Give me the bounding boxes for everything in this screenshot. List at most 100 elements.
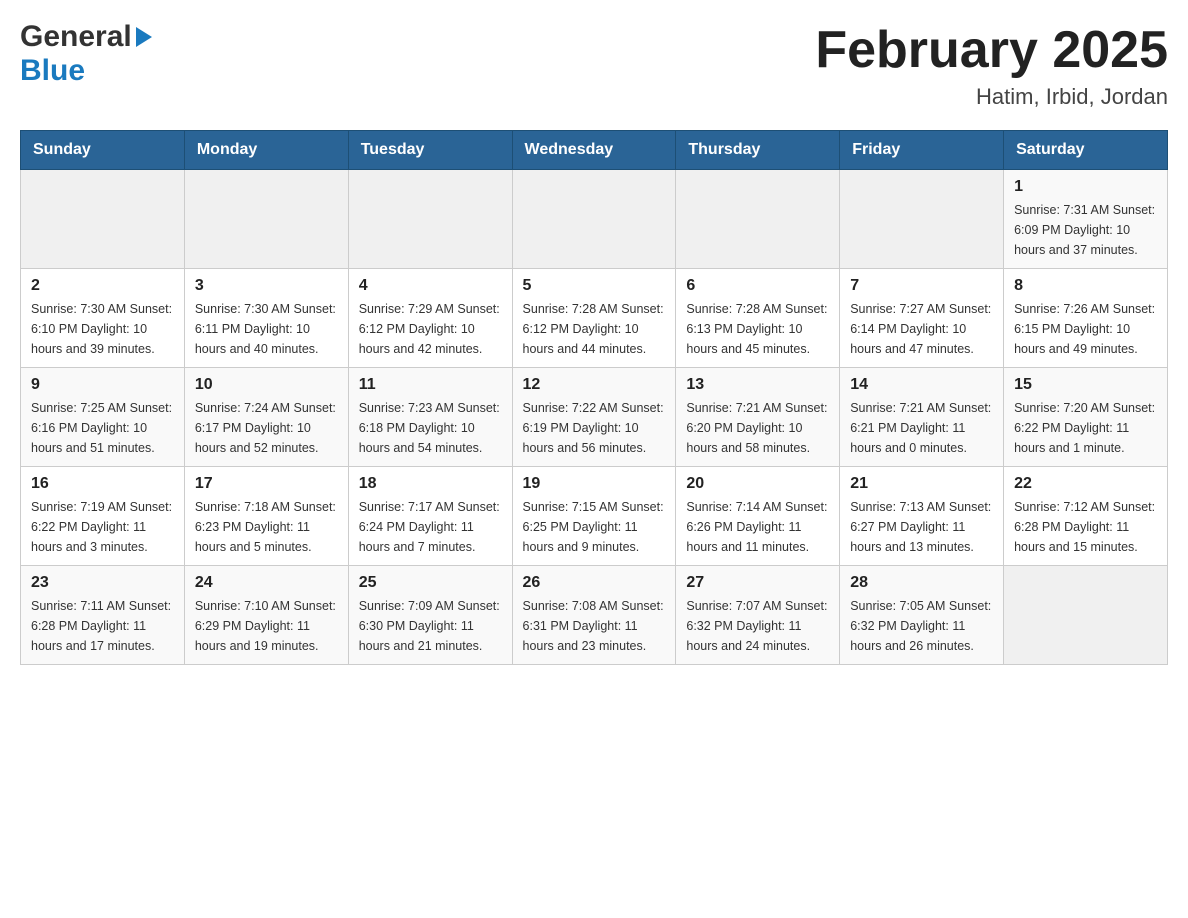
day-number: 18	[359, 475, 502, 493]
day-number: 9	[31, 376, 174, 394]
day-info: Sunrise: 7:29 AM Sunset: 6:12 PM Dayligh…	[359, 299, 502, 359]
day-info: Sunrise: 7:31 AM Sunset: 6:09 PM Dayligh…	[1014, 200, 1157, 260]
calendar-day-cell: 3 Sunrise: 7:30 AM Sunset: 6:11 PM Daylig…	[184, 269, 348, 368]
calendar-day-cell	[21, 170, 185, 269]
calendar-day-cell: 7 Sunrise: 7:27 AM Sunset: 6:14 PM Daylig…	[840, 269, 1004, 368]
title-section: February 2025 Hatim, Irbid, Jordan	[815, 20, 1168, 110]
calendar-day-header: Thursday	[676, 131, 840, 170]
calendar-day-cell: 18 Sunrise: 7:17 AM Sunset: 6:24 PM Dayli…	[348, 467, 512, 566]
day-info: Sunrise: 7:22 AM Sunset: 6:19 PM Dayligh…	[523, 398, 666, 458]
calendar-day-cell: 17 Sunrise: 7:18 AM Sunset: 6:23 PM Dayli…	[184, 467, 348, 566]
calendar-header-row: SundayMondayTuesdayWednesdayThursdayFrid…	[21, 131, 1168, 170]
calendar-day-cell: 5 Sunrise: 7:28 AM Sunset: 6:12 PM Daylig…	[512, 269, 676, 368]
day-number: 27	[686, 574, 829, 592]
calendar-header: SundayMondayTuesdayWednesdayThursdayFrid…	[21, 131, 1168, 170]
calendar-day-cell: 22Sunrise: 7:12 AM Sunset: 6:28 PM Dayli…	[1004, 467, 1168, 566]
day-info: Sunrise: 7:28 AM Sunset: 6:12 PM Dayligh…	[523, 299, 666, 359]
calendar-day-cell: 19 Sunrise: 7:15 AM Sunset: 6:25 PM Dayli…	[512, 467, 676, 566]
calendar-day-cell: 16 Sunrise: 7:19 AM Sunset: 6:22 PM Dayli…	[21, 467, 185, 566]
day-info: Sunrise: 7:25 AM Sunset: 6:16 PM Dayligh…	[31, 398, 174, 458]
day-number: 16	[31, 475, 174, 493]
calendar-day-cell: 24Sunrise: 7:10 AM Sunset: 6:29 PM Dayli…	[184, 566, 348, 665]
logo: General Blue	[20, 20, 152, 88]
calendar-day-cell: 14 Sunrise: 7:21 AM Sunset: 6:21 PM Dayli…	[840, 368, 1004, 467]
calendar-body: 1 Sunrise: 7:31 AM Sunset: 6:09 PM Daylig…	[21, 170, 1168, 665]
calendar-day-cell	[840, 170, 1004, 269]
day-info: Sunrise: 7:08 AM Sunset: 6:31 PM Dayligh…	[523, 596, 666, 656]
day-number: 10	[195, 376, 338, 394]
day-number: 17	[195, 475, 338, 493]
calendar-day-header: Monday	[184, 131, 348, 170]
calendar-day-cell	[512, 170, 676, 269]
day-info: Sunrise: 7:13 AM Sunset: 6:27 PM Dayligh…	[850, 497, 993, 557]
calendar-day-cell: 21Sunrise: 7:13 AM Sunset: 6:27 PM Dayli…	[840, 467, 1004, 566]
day-info: Sunrise: 7:28 AM Sunset: 6:13 PM Dayligh…	[686, 299, 829, 359]
calendar-day-cell: 2Sunrise: 7:30 AM Sunset: 6:10 PM Daylig…	[21, 269, 185, 368]
day-number: 1	[1014, 178, 1157, 196]
day-info: Sunrise: 7:30 AM Sunset: 6:10 PM Dayligh…	[31, 299, 174, 359]
calendar-day-cell: 1 Sunrise: 7:31 AM Sunset: 6:09 PM Daylig…	[1004, 170, 1168, 269]
logo-general-text: General	[20, 20, 132, 54]
calendar-day-header: Tuesday	[348, 131, 512, 170]
day-info: Sunrise: 7:27 AM Sunset: 6:14 PM Dayligh…	[850, 299, 993, 359]
calendar-day-cell: 27Sunrise: 7:07 AM Sunset: 6:32 PM Dayli…	[676, 566, 840, 665]
day-number: 8	[1014, 277, 1157, 295]
day-number: 4	[359, 277, 502, 295]
calendar-day-header: Wednesday	[512, 131, 676, 170]
calendar-day-cell: 26 Sunrise: 7:08 AM Sunset: 6:31 PM Dayli…	[512, 566, 676, 665]
day-number: 12	[523, 376, 666, 394]
day-number: 19	[523, 475, 666, 493]
calendar-day-header: Friday	[840, 131, 1004, 170]
calendar-table: SundayMondayTuesdayWednesdayThursdayFrid…	[20, 130, 1168, 665]
day-info: Sunrise: 7:23 AM Sunset: 6:18 PM Dayligh…	[359, 398, 502, 458]
day-number: 14	[850, 376, 993, 394]
day-number: 25	[359, 574, 502, 592]
day-number: 26	[523, 574, 666, 592]
calendar-day-cell: 20Sunrise: 7:14 AM Sunset: 6:26 PM Dayli…	[676, 467, 840, 566]
day-number: 15	[1014, 376, 1157, 394]
calendar-week-row: 16 Sunrise: 7:19 AM Sunset: 6:22 PM Dayli…	[21, 467, 1168, 566]
day-info: Sunrise: 7:20 AM Sunset: 6:22 PM Dayligh…	[1014, 398, 1157, 458]
day-info: Sunrise: 7:15 AM Sunset: 6:25 PM Dayligh…	[523, 497, 666, 557]
calendar-day-cell: 13 Sunrise: 7:21 AM Sunset: 6:20 PM Dayli…	[676, 368, 840, 467]
day-info: Sunrise: 7:11 AM Sunset: 6:28 PM Dayligh…	[31, 596, 174, 656]
calendar-day-cell: 11 Sunrise: 7:23 AM Sunset: 6:18 PM Dayli…	[348, 368, 512, 467]
day-number: 11	[359, 376, 502, 394]
calendar-day-cell: 9 Sunrise: 7:25 AM Sunset: 6:16 PM Daylig…	[21, 368, 185, 467]
calendar-day-cell: 25 Sunrise: 7:09 AM Sunset: 6:30 PM Dayli…	[348, 566, 512, 665]
logo-triangle-icon	[136, 27, 152, 47]
day-info: Sunrise: 7:19 AM Sunset: 6:22 PM Dayligh…	[31, 497, 174, 557]
page-header: General Blue February 2025 Hatim, Irbid,…	[20, 20, 1168, 110]
day-number: 7	[850, 277, 993, 295]
calendar-day-cell: 8 Sunrise: 7:26 AM Sunset: 6:15 PM Daylig…	[1004, 269, 1168, 368]
calendar-week-row: 9 Sunrise: 7:25 AM Sunset: 6:16 PM Daylig…	[21, 368, 1168, 467]
day-number: 20	[686, 475, 829, 493]
calendar-day-cell	[348, 170, 512, 269]
page-subtitle: Hatim, Irbid, Jordan	[815, 84, 1168, 110]
calendar-week-row: 1 Sunrise: 7:31 AM Sunset: 6:09 PM Daylig…	[21, 170, 1168, 269]
day-info: Sunrise: 7:21 AM Sunset: 6:21 PM Dayligh…	[850, 398, 993, 458]
day-number: 6	[686, 277, 829, 295]
calendar-day-header: Saturday	[1004, 131, 1168, 170]
calendar-week-row: 2Sunrise: 7:30 AM Sunset: 6:10 PM Daylig…	[21, 269, 1168, 368]
logo-blue-text: Blue	[20, 54, 85, 88]
calendar-day-cell	[676, 170, 840, 269]
day-number: 24	[195, 574, 338, 592]
calendar-day-cell: 10Sunrise: 7:24 AM Sunset: 6:17 PM Dayli…	[184, 368, 348, 467]
day-info: Sunrise: 7:26 AM Sunset: 6:15 PM Dayligh…	[1014, 299, 1157, 359]
calendar-day-cell: 28Sunrise: 7:05 AM Sunset: 6:32 PM Dayli…	[840, 566, 1004, 665]
calendar-day-cell: 15 Sunrise: 7:20 AM Sunset: 6:22 PM Dayli…	[1004, 368, 1168, 467]
day-info: Sunrise: 7:30 AM Sunset: 6:11 PM Dayligh…	[195, 299, 338, 359]
day-number: 3	[195, 277, 338, 295]
page-title: February 2025	[815, 20, 1168, 80]
calendar-week-row: 23Sunrise: 7:11 AM Sunset: 6:28 PM Dayli…	[21, 566, 1168, 665]
day-info: Sunrise: 7:17 AM Sunset: 6:24 PM Dayligh…	[359, 497, 502, 557]
day-number: 5	[523, 277, 666, 295]
day-number: 13	[686, 376, 829, 394]
day-info: Sunrise: 7:09 AM Sunset: 6:30 PM Dayligh…	[359, 596, 502, 656]
day-info: Sunrise: 7:18 AM Sunset: 6:23 PM Dayligh…	[195, 497, 338, 557]
day-number: 22	[1014, 475, 1157, 493]
calendar-day-cell: 23Sunrise: 7:11 AM Sunset: 6:28 PM Dayli…	[21, 566, 185, 665]
day-number: 28	[850, 574, 993, 592]
day-info: Sunrise: 7:21 AM Sunset: 6:20 PM Dayligh…	[686, 398, 829, 458]
